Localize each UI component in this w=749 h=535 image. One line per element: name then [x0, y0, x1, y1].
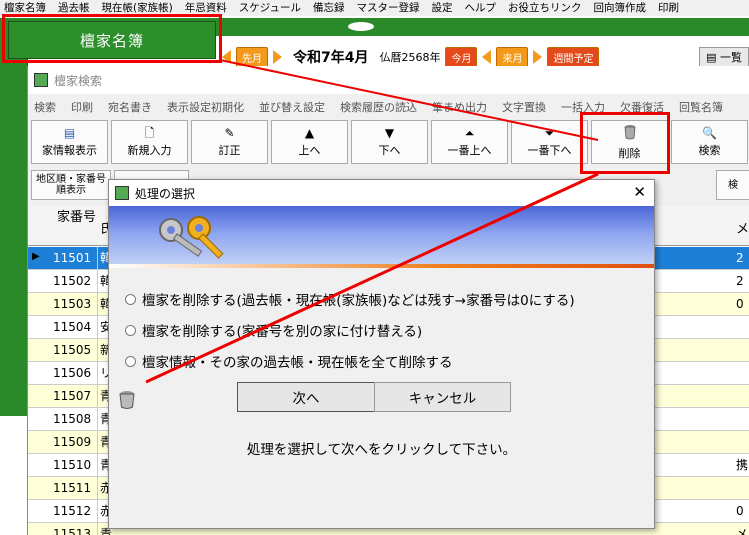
highlight-box-delete — [580, 112, 670, 174]
screen: 檀家名簿 過去帳 現在帳(家族帳) 年忌資料 スケジュール 備忘録 マスター登録… — [0, 0, 749, 535]
annotation-line-2 — [145, 172, 599, 384]
annotation-lines — [145, 59, 599, 384]
annotation-line-1 — [219, 59, 599, 141]
